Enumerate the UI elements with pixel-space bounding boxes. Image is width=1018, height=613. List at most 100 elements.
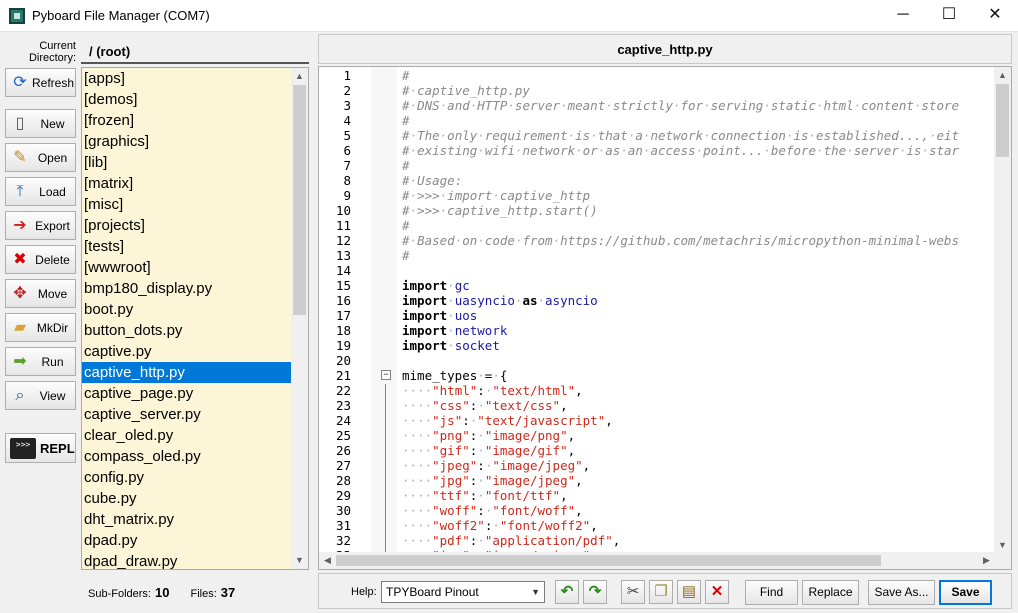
code-line[interactable]: 17 import·uos	[319, 308, 995, 323]
code-line[interactable]: 23 ····"css":·"text/css",	[319, 398, 995, 413]
code-text: #	[402, 248, 410, 263]
code-line[interactable]: 29 ····"ttf":·"font/ttf",	[319, 488, 995, 503]
file-item[interactable]: captive.py	[82, 341, 308, 362]
redo-icon[interactable]: ↷	[583, 580, 607, 604]
file-item[interactable]: button_dots.py	[82, 320, 308, 341]
file-item[interactable]: cube.py	[82, 488, 308, 509]
code-text: ····"css":·"text/css",	[402, 398, 568, 413]
paste-icon[interactable]: ▤	[677, 580, 701, 604]
hscroll-thumb[interactable]	[336, 555, 881, 566]
code-line[interactable]: 19 import·socket	[319, 338, 995, 353]
run-button[interactable]: ➡ Run	[5, 347, 76, 376]
code-line[interactable]: 11 #	[319, 218, 995, 233]
file-item[interactable]: dpad_draw.py	[82, 551, 308, 569]
code-line[interactable]: 21 mime_types·=·{−	[319, 368, 995, 383]
code-line[interactable]: 15 import·gc	[319, 278, 995, 293]
folder-item[interactable]: [frozen]	[82, 110, 308, 131]
code-line[interactable]: 3 #·DNS·and·HTTP·server·meant·strictly·fo…	[319, 98, 995, 113]
code-line[interactable]: 18 import·network	[319, 323, 995, 338]
code-line[interactable]: 9 #·>>>·import·captive_http	[319, 188, 995, 203]
delete-button[interactable]: ✖ Delete	[5, 245, 76, 274]
undo-icon[interactable]: ↶	[555, 580, 579, 604]
scroll-thumb[interactable]	[293, 85, 306, 315]
file-item[interactable]: boot.py	[82, 299, 308, 320]
load-icon: ⤒	[16, 183, 24, 200]
code-line[interactable]: 14	[319, 263, 995, 278]
code-line[interactable]: 5 #·The·only·requirement·is·that·a·networ…	[319, 128, 995, 143]
scroll-thumb[interactable]	[996, 84, 1009, 157]
file-item[interactable]: dht_matrix.py	[82, 509, 308, 530]
scroll-up-icon[interactable]: ▲	[994, 67, 1011, 84]
scroll-up-icon[interactable]: ▲	[291, 68, 308, 85]
code-line[interactable]: 13 #	[319, 248, 995, 263]
code-line[interactable]: 31 ····"woff2":·"font/woff2",	[319, 518, 995, 533]
code-line[interactable]: 1 #	[319, 68, 995, 83]
code-text: #	[402, 68, 410, 83]
scroll-down-icon[interactable]: ▼	[291, 552, 308, 569]
copy-icon[interactable]: ❐	[649, 580, 673, 604]
code-line[interactable]: 7 #	[319, 158, 995, 173]
code-editor[interactable]: 1 #2 #·captive_http.py 3 #·DNS·and·HTTP·serv…	[318, 66, 1012, 570]
code-line[interactable]: 4 #	[319, 113, 995, 128]
mkdir-button[interactable]: ▰ MkDir	[5, 313, 76, 342]
file-item[interactable]: compass_oled.py	[82, 446, 308, 467]
folder-item[interactable]: [wwwroot]	[82, 257, 308, 278]
folder-item[interactable]: [matrix]	[82, 173, 308, 194]
folder-item[interactable]: [lib]	[82, 152, 308, 173]
folder-item[interactable]: [apps]	[82, 68, 308, 89]
file-item[interactable]: bmp180_display.py	[82, 278, 308, 299]
folder-item[interactable]: [demos]	[82, 89, 308, 110]
file-item[interactable]: captive_http.py	[82, 362, 291, 383]
code-line[interactable]: 12 #·Based·on·code·from·https://github.co…	[319, 233, 995, 248]
file-list[interactable]: [apps] [demos] [frozen] [graphics] [lib] [mat…	[81, 67, 309, 570]
folder-item[interactable]: [graphics]	[82, 131, 308, 152]
file-item[interactable]: captive_server.py	[82, 404, 308, 425]
save-as-button[interactable]: Save As...	[868, 580, 935, 605]
code-line[interactable]: 32 ····"pdf":·"application/pdf",	[319, 533, 995, 548]
view-button[interactable]: ⌕ View	[5, 381, 76, 410]
find-button[interactable]: Find	[745, 580, 798, 605]
code-line[interactable]: 25 ····"png":·"image/png",	[319, 428, 995, 443]
folder-item[interactable]: [tests]	[82, 236, 308, 257]
code-line[interactable]: 24 ····"js":·"text/javascript",	[319, 413, 995, 428]
editor-vertical-scrollbar[interactable]: ▲ ▼	[994, 67, 1011, 554]
folder-item[interactable]: [misc]	[82, 194, 308, 215]
fold-collapse-icon[interactable]: −	[381, 370, 391, 380]
file-item[interactable]: captive_page.py	[82, 383, 308, 404]
code-line[interactable]: 22 ····"html":·"text/html",	[319, 383, 995, 398]
replace-button[interactable]: Replace	[802, 580, 859, 605]
folder-item[interactable]: [projects]	[82, 215, 308, 236]
clear-icon[interactable]: ✕	[705, 580, 729, 604]
code-line[interactable]: 8 #·Usage:	[319, 173, 995, 188]
code-line[interactable]: 10 #·>>>·captive_http.start()	[319, 203, 995, 218]
code-line[interactable]: 6 #·existing·wifi·network·or·as·an·access…	[319, 143, 995, 158]
cut-icon[interactable]: ✂	[621, 580, 645, 604]
export-button[interactable]: ➔ Export	[5, 211, 76, 240]
new-button[interactable]: ▯ New	[5, 109, 76, 138]
file-item[interactable]: config.py	[82, 467, 308, 488]
file-item[interactable]: dpad.py	[82, 530, 308, 551]
load-button[interactable]: ⤒ Load	[5, 177, 76, 206]
code-line[interactable]: 27 ····"jpeg":·"image/jpeg",	[319, 458, 995, 473]
scroll-left-icon[interactable]: ◀	[319, 552, 336, 569]
open-button[interactable]: ✎ Open	[5, 143, 76, 172]
editor-horizontal-scrollbar[interactable]: ◀ ▶	[319, 552, 995, 569]
save-button[interactable]: Save	[939, 580, 992, 605]
file-list-scrollbar[interactable]: ▲ ▼	[291, 68, 308, 569]
code-text: ····"jpeg":·"image/jpeg",	[402, 458, 591, 473]
repl-button[interactable]: >>> REPL	[5, 433, 76, 463]
minimize-button[interactable]: ─	[880, 0, 926, 32]
help-dropdown[interactable]: TPYBoard Pinout ▼	[381, 581, 545, 603]
code-line[interactable]: 28 ····"jpg":·"image/jpeg",	[319, 473, 995, 488]
code-line[interactable]: 2 #·captive_http.py	[319, 83, 995, 98]
close-button[interactable]: ✕	[972, 0, 1018, 32]
code-line[interactable]: 30 ····"woff":·"font/woff",	[319, 503, 995, 518]
code-line[interactable]: 16 import·uasyncio·as·asyncio	[319, 293, 995, 308]
refresh-button[interactable]: ⟳ Refresh	[5, 68, 76, 97]
file-item[interactable]: clear_oled.py	[82, 425, 308, 446]
maximize-button[interactable]: ☐	[926, 0, 972, 32]
code-line[interactable]: 20	[319, 353, 995, 368]
scroll-right-icon[interactable]: ▶	[978, 552, 995, 569]
move-button[interactable]: ✥ Move	[5, 279, 76, 308]
code-line[interactable]: 26 ····"gif":·"image/gif",	[319, 443, 995, 458]
